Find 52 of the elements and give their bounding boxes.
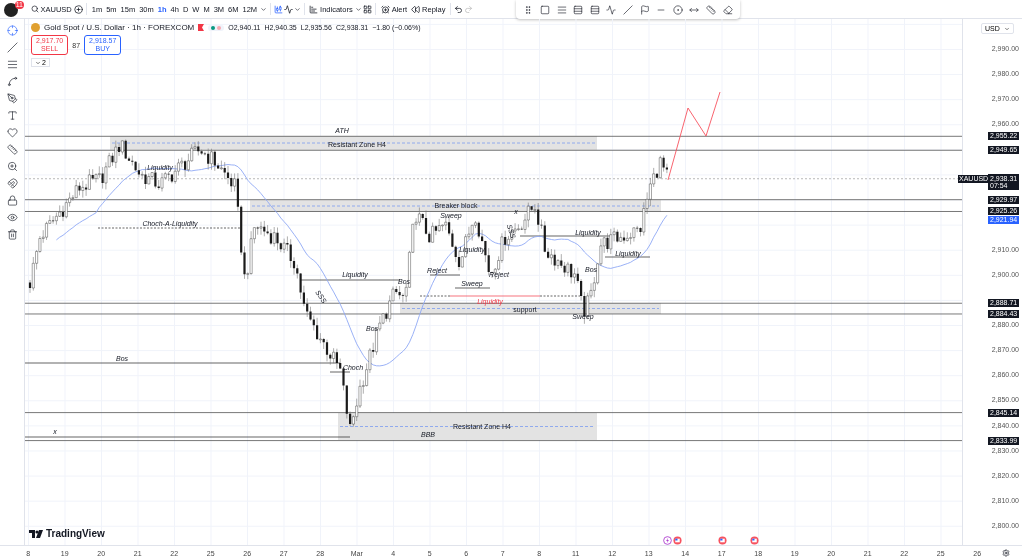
- alarm-clock-icon: [380, 4, 390, 14]
- line-chart-icon[interactable]: [283, 4, 293, 14]
- lightning-event-icon[interactable]: [663, 536, 672, 545]
- ruler-icon[interactable]: [6, 144, 18, 155]
- candlestick-icon[interactable]: [273, 4, 283, 14]
- flag-icon[interactable]: [639, 4, 650, 15]
- undo-icon[interactable]: [453, 4, 463, 14]
- eye-icon[interactable]: [6, 212, 18, 223]
- flag-event-icon[interactable]: [718, 536, 727, 545]
- settings-icon[interactable]: [1002, 549, 1010, 557]
- lines-icon[interactable]: [6, 59, 18, 70]
- trend-line-icon[interactable]: [622, 4, 633, 15]
- zoom-in-icon[interactable]: [6, 161, 18, 172]
- caret-icon: [1003, 25, 1010, 32]
- flag-event-icon[interactable]: [750, 536, 759, 545]
- brand-name: TradingView: [46, 528, 105, 539]
- eraser-icon[interactable]: [722, 4, 733, 15]
- zigzag-icon[interactable]: [606, 4, 617, 15]
- marker-line: [419, 295, 451, 297]
- coin-icon: [31, 23, 40, 32]
- marker-line: [604, 256, 651, 258]
- bar-chart-icon: [309, 4, 319, 14]
- marker-line: [454, 287, 491, 289]
- trend-line-icon[interactable]: [6, 42, 18, 53]
- crosshair-icon[interactable]: [6, 25, 18, 36]
- circle-icon[interactable]: [672, 4, 683, 15]
- ruler-icon[interactable]: [706, 4, 716, 15]
- magnet-icon[interactable]: [6, 178, 18, 189]
- brand-logo-icon: [29, 529, 43, 538]
- add-symbol-icon[interactable]: [74, 4, 84, 14]
- caret-icon[interactable]: [259, 5, 267, 13]
- pen-icon[interactable]: [6, 93, 18, 104]
- app-logo[interactable]: [4, 2, 18, 17]
- search-icon: [30, 5, 39, 13]
- flag-icon: [198, 24, 205, 31]
- flag-event-icon[interactable]: [673, 536, 682, 545]
- marker-line: [429, 274, 461, 276]
- curve-icon[interactable]: [6, 76, 18, 87]
- heart-icon[interactable]: [6, 127, 18, 138]
- text-icon[interactable]: [6, 110, 18, 121]
- caret-icon: [35, 59, 41, 66]
- rows-icon[interactable]: [573, 4, 584, 15]
- marker-line: [539, 295, 581, 297]
- channel-icon[interactable]: [589, 4, 600, 15]
- lock-icon[interactable]: [6, 195, 18, 206]
- rectangle-icon[interactable]: [539, 4, 550, 15]
- symbol-title: Gold Spot / U.S. Dollar · 1h · FOREXCOM: [44, 23, 195, 32]
- marker-line: [329, 371, 351, 373]
- layout-icon[interactable]: [363, 4, 373, 14]
- status-pill: [208, 24, 225, 31]
- rewind-icon: [411, 4, 421, 14]
- trash-icon[interactable]: [6, 229, 18, 240]
